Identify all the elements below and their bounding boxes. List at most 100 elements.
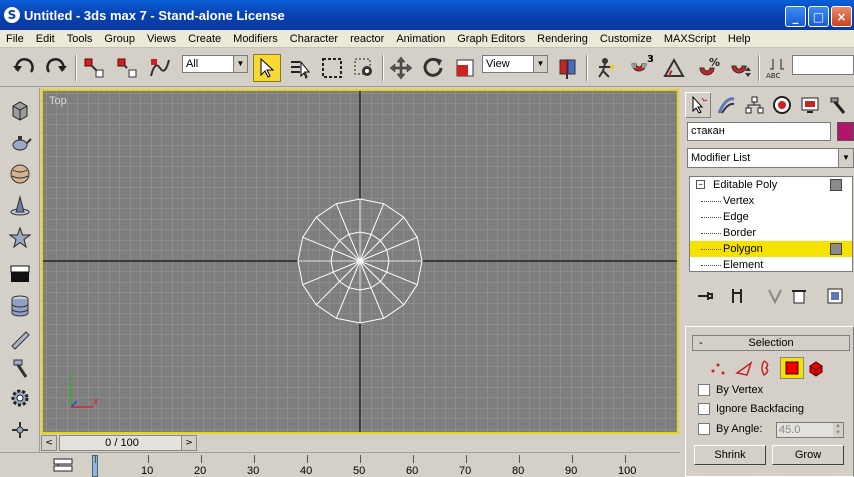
- motion-tab-icon[interactable]: [769, 92, 795, 118]
- angle-spinner[interactable]: 45.0 ▲ ▼: [776, 422, 844, 438]
- collapse-icon[interactable]: −: [696, 180, 705, 189]
- grow-button[interactable]: Grow: [772, 445, 844, 465]
- modify-tab-icon[interactable]: [713, 92, 739, 118]
- move-icon[interactable]: [387, 54, 415, 82]
- teapot-icon[interactable]: [6, 128, 34, 156]
- by-vertex-checkbox[interactable]: [698, 384, 710, 397]
- make-unique-icon[interactable]: [765, 286, 785, 306]
- ignore-backfacing-checkbox-row[interactable]: Ignore Backfacing: [698, 402, 804, 418]
- rotate-icon[interactable]: [419, 54, 447, 82]
- menu-create[interactable]: Create: [182, 33, 227, 45]
- by-angle-checkbox-row[interactable]: By Angle: 45.0 ▲ ▼: [698, 422, 848, 438]
- edge-mode-icon[interactable]: [732, 357, 756, 379]
- minimize-button[interactable]: _: [785, 6, 806, 27]
- create-box-icon[interactable]: [6, 96, 34, 124]
- object-name-field[interactable]: стакан: [687, 122, 831, 141]
- ruler-tick: [519, 455, 520, 463]
- track-bar[interactable]: 10 20 30 40 50 60 70 80 90 100: [0, 452, 680, 477]
- maximize-button[interactable]: □: [808, 6, 829, 27]
- named-selection-sets-icon[interactable]: ABC: [763, 54, 791, 82]
- pivot-center-icon[interactable]: [553, 54, 581, 82]
- by-angle-checkbox[interactable]: [698, 423, 710, 436]
- cylinder-icon[interactable]: [6, 292, 34, 320]
- stack-item-editable-poly[interactable]: − Editable Poly: [690, 177, 852, 193]
- stack-item-toggle[interactable]: [830, 179, 842, 191]
- menu-graph-editors[interactable]: Graph Editors: [451, 33, 531, 45]
- close-button[interactable]: ×: [831, 6, 852, 27]
- select-by-name-icon[interactable]: [286, 54, 314, 82]
- menu-tools[interactable]: Tools: [61, 33, 99, 45]
- stack-item-element[interactable]: Element: [690, 257, 852, 273]
- menu-group[interactable]: Group: [98, 33, 141, 45]
- star-icon[interactable]: [6, 224, 34, 252]
- border-mode-icon[interactable]: [754, 357, 778, 379]
- select-object-icon[interactable]: [253, 54, 281, 82]
- bind-to-space-warp-icon[interactable]: [146, 54, 174, 82]
- menu-help[interactable]: Help: [722, 33, 757, 45]
- unlink-selection-icon[interactable]: [113, 54, 141, 82]
- tube-icon[interactable]: [6, 324, 34, 352]
- plane-icon[interactable]: [6, 260, 34, 288]
- app-icon[interactable]: S: [4, 7, 20, 23]
- cup-mesh[interactable]: [297, 198, 423, 324]
- window-crossing-icon[interactable]: [350, 54, 378, 82]
- undo-icon[interactable]: [10, 54, 38, 82]
- pin-icon[interactable]: [6, 414, 34, 442]
- menu-modifiers[interactable]: Modifiers: [227, 33, 284, 45]
- shrink-button[interactable]: Shrink: [694, 445, 766, 465]
- menu-character[interactable]: Character: [284, 33, 344, 45]
- utilities-hammer-icon[interactable]: [6, 354, 34, 382]
- menu-animation[interactable]: Animation: [390, 33, 451, 45]
- menu-file[interactable]: File: [0, 33, 30, 45]
- top-viewport[interactable]: Top y x: [41, 89, 679, 434]
- display-tab-icon[interactable]: [797, 92, 823, 118]
- menu-views[interactable]: Views: [141, 33, 182, 45]
- gear-icon[interactable]: [6, 384, 34, 412]
- selection-rollout-header[interactable]: - Selection: [692, 335, 850, 351]
- object-color-swatch[interactable]: [837, 122, 854, 141]
- hierarchy-tab-icon[interactable]: [741, 92, 767, 118]
- spinner-snap-icon[interactable]: [726, 54, 754, 82]
- polygon-mode-icon[interactable]: [780, 357, 804, 379]
- vertex-mode-icon[interactable]: [706, 357, 730, 379]
- viewport-label[interactable]: Top: [49, 95, 67, 107]
- rectangular-selection-region-icon[interactable]: [318, 54, 346, 82]
- selection-filter-dropdown[interactable]: All ▼: [182, 55, 248, 73]
- remove-modifier-icon[interactable]: [789, 286, 809, 306]
- percent-snap-icon[interactable]: %: [694, 54, 722, 82]
- stack-item-polygon[interactable]: Polygon: [690, 241, 852, 257]
- redo-icon[interactable]: [42, 54, 70, 82]
- modifier-list-dropdown[interactable]: Modifier List ▼: [687, 148, 854, 168]
- angle-snap-icon[interactable]: [660, 54, 688, 82]
- scale-icon[interactable]: [451, 54, 479, 82]
- configure-modifier-sets-icon[interactable]: [825, 286, 845, 306]
- select-and-link-icon[interactable]: [80, 54, 108, 82]
- next-frame-button[interactable]: >: [181, 435, 197, 451]
- stack-item-edge[interactable]: Edge: [690, 209, 852, 225]
- menu-maxscript[interactable]: MAXScript: [658, 33, 722, 45]
- snaps-toggle-icon[interactable]: 3: [626, 54, 654, 82]
- create-tab-icon[interactable]: [685, 92, 711, 118]
- reference-coordinate-dropdown[interactable]: View ▼: [482, 55, 548, 73]
- time-slider-thumb[interactable]: 0 / 100: [59, 435, 185, 451]
- cone-icon[interactable]: [6, 192, 34, 220]
- pin-stack-icon[interactable]: [695, 286, 715, 306]
- named-selection-field[interactable]: [792, 55, 854, 75]
- spinner-arrows-icon[interactable]: ▲ ▼: [833, 423, 843, 437]
- stack-item-toggle[interactable]: [830, 243, 842, 255]
- menu-customize[interactable]: Customize: [594, 33, 658, 45]
- menu-edit[interactable]: Edit: [30, 33, 61, 45]
- manipulate-icon[interactable]: [591, 54, 619, 82]
- by-vertex-checkbox-row[interactable]: By Vertex: [698, 383, 763, 399]
- show-end-result-icon[interactable]: [727, 286, 747, 306]
- element-mode-icon[interactable]: [804, 357, 828, 379]
- menu-reactor[interactable]: reactor: [344, 33, 390, 45]
- sphere-icon[interactable]: [6, 160, 34, 188]
- utilities-tab-icon[interactable]: [825, 92, 851, 118]
- prev-frame-button[interactable]: <: [41, 435, 57, 451]
- menu-rendering[interactable]: Rendering: [531, 33, 594, 45]
- curve-editor-icon[interactable]: [52, 457, 74, 475]
- stack-item-border[interactable]: Border: [690, 225, 852, 241]
- stack-item-vertex[interactable]: Vertex: [690, 193, 852, 209]
- ignore-backfacing-checkbox[interactable]: [698, 403, 710, 416]
